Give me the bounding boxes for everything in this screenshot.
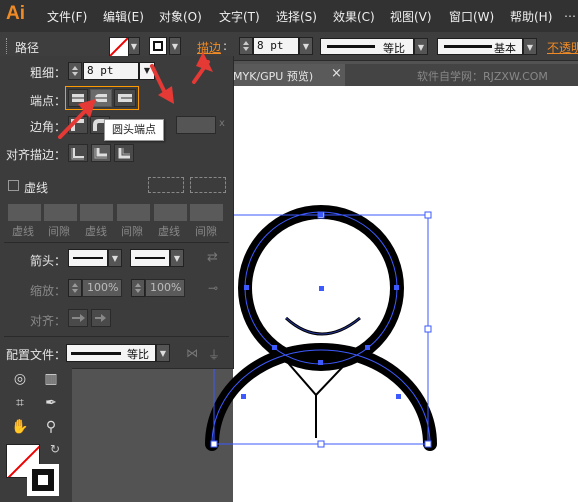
align-outside-icon bbox=[118, 148, 130, 159]
dash-label-3: 虚线 bbox=[158, 225, 180, 238]
profile-select-text: 等比 bbox=[127, 348, 149, 361]
arrow-align-icon bbox=[95, 314, 106, 322]
bounding-box-handles bbox=[210, 211, 432, 448]
selection-bounding-box bbox=[213, 214, 429, 445]
arrow-align-icon bbox=[72, 314, 85, 322]
round-cap-tooltip: 圆头端点 bbox=[104, 119, 164, 141]
end-arrowhead-select[interactable] bbox=[130, 249, 170, 267]
stroke-panel: 粗细： 8 pt ▼ 端点： 边角： x 对齐描边： 虚线 虚线 间隙 虚线 间… bbox=[0, 56, 234, 369]
align-center-button[interactable] bbox=[68, 144, 88, 162]
butt-cap-button[interactable] bbox=[68, 89, 88, 107]
hand-icon: ✋ bbox=[11, 419, 29, 435]
gap-field-2[interactable] bbox=[117, 204, 150, 221]
hand-tool[interactable]: ✋ bbox=[9, 416, 31, 438]
align-inside-icon bbox=[94, 148, 107, 159]
dash-label-1: 虚线 bbox=[12, 225, 34, 238]
gap-label-2: 间隙 bbox=[121, 225, 143, 238]
tools-panel: ◎ ▥ ⌗ ✒ ✋ ⚲ ↻ bbox=[0, 368, 72, 502]
profile-select[interactable]: 等比 bbox=[66, 344, 156, 362]
round-cap-icon bbox=[95, 94, 107, 102]
start-arrowhead-dropdown[interactable]: ▼ bbox=[108, 249, 122, 267]
miter-join-button[interactable] bbox=[68, 116, 88, 134]
weight-input[interactable]: 8 pt bbox=[83, 62, 139, 80]
align-arrows-label: 对齐： bbox=[30, 314, 67, 328]
start-arrowhead-select[interactable] bbox=[68, 249, 108, 267]
lasso-icon: ◎ bbox=[13, 371, 27, 387]
miter-limit-input[interactable] bbox=[176, 116, 216, 134]
dash-label-2: 虚线 bbox=[85, 225, 107, 238]
arrow-tip-at-end-button[interactable] bbox=[91, 309, 111, 327]
scale-label: 缩放： bbox=[30, 284, 67, 298]
end-arrowhead-dropdown[interactable]: ▼ bbox=[170, 249, 184, 267]
round-cap-button[interactable] bbox=[90, 89, 112, 107]
align-stroke-label: 对齐描边： bbox=[6, 148, 67, 162]
weight-dropdown[interactable]: ▼ bbox=[139, 62, 155, 80]
profile-label: 配置文件： bbox=[6, 348, 67, 362]
artboard-tool[interactable]: ⌗ bbox=[9, 392, 31, 414]
align-dash-button[interactable] bbox=[190, 177, 226, 193]
gap-label-3: 间隙 bbox=[195, 225, 217, 238]
swap-icon[interactable]: ↻ bbox=[50, 442, 60, 456]
dashed-line-checkbox[interactable] bbox=[8, 180, 19, 191]
end-scale-input[interactable]: 100% bbox=[145, 279, 185, 297]
flip-along-icon[interactable]: ⋈ bbox=[186, 346, 198, 360]
start-scale-stepper[interactable] bbox=[68, 279, 82, 297]
corner-label: 边角： bbox=[30, 120, 67, 134]
start-scale-input[interactable]: 100% bbox=[82, 279, 122, 297]
times-icon: x bbox=[219, 118, 225, 129]
eyedropper-icon: ✒ bbox=[45, 395, 57, 411]
link-scale-icon[interactable]: ⊸ bbox=[208, 281, 218, 295]
lasso-tool[interactable]: ◎ bbox=[9, 368, 31, 390]
flip-across-icon[interactable]: ⏚ bbox=[208, 346, 220, 363]
stroke-color-box[interactable] bbox=[27, 464, 59, 496]
align-outside-button[interactable] bbox=[114, 144, 134, 162]
gap-field-1[interactable] bbox=[44, 204, 77, 221]
weight-stepper[interactable] bbox=[68, 62, 82, 80]
butt-cap-icon bbox=[72, 94, 84, 102]
miter-join-icon bbox=[71, 119, 84, 131]
graph-tool[interactable]: ▥ bbox=[40, 368, 62, 390]
swap-arrowheads-icon[interactable]: ⇄ bbox=[207, 250, 218, 265]
end-scale-stepper[interactable] bbox=[131, 279, 145, 297]
preserve-dash-button[interactable] bbox=[148, 177, 184, 193]
align-center-icon bbox=[71, 148, 84, 160]
projecting-cap-button[interactable] bbox=[114, 89, 136, 107]
stepper-arrows-icon bbox=[135, 283, 141, 293]
artboard-icon: ⌗ bbox=[16, 395, 24, 411]
eyedropper-tool[interactable]: ✒ bbox=[40, 392, 62, 414]
dash-field-1[interactable] bbox=[8, 204, 41, 221]
zoom-icon: ⚲ bbox=[45, 419, 57, 435]
dash-field-2[interactable] bbox=[80, 204, 113, 221]
cap-label: 端点： bbox=[30, 94, 67, 108]
divider bbox=[4, 336, 229, 337]
profile-select-dropdown[interactable]: ▼ bbox=[156, 344, 170, 362]
smile-path-outline bbox=[285, 317, 361, 335]
dashed-line-label: 虚线 bbox=[24, 181, 49, 195]
projecting-cap-icon bbox=[118, 94, 132, 102]
divider bbox=[4, 242, 229, 243]
zoom-tool[interactable]: ⚲ bbox=[40, 416, 62, 438]
align-inside-button[interactable] bbox=[91, 144, 111, 162]
stepper-arrows-icon bbox=[72, 283, 78, 293]
stepper-arrows-icon bbox=[72, 66, 78, 76]
weight-label: 粗细： bbox=[30, 66, 67, 80]
gap-field-3[interactable] bbox=[190, 204, 223, 221]
arrow-tip-beyond-button[interactable] bbox=[68, 309, 88, 327]
graph-icon: ▥ bbox=[44, 371, 58, 387]
arrowheads-label: 箭头： bbox=[30, 254, 67, 268]
dash-field-3[interactable] bbox=[154, 204, 187, 221]
gap-label-1: 间隙 bbox=[48, 225, 70, 238]
